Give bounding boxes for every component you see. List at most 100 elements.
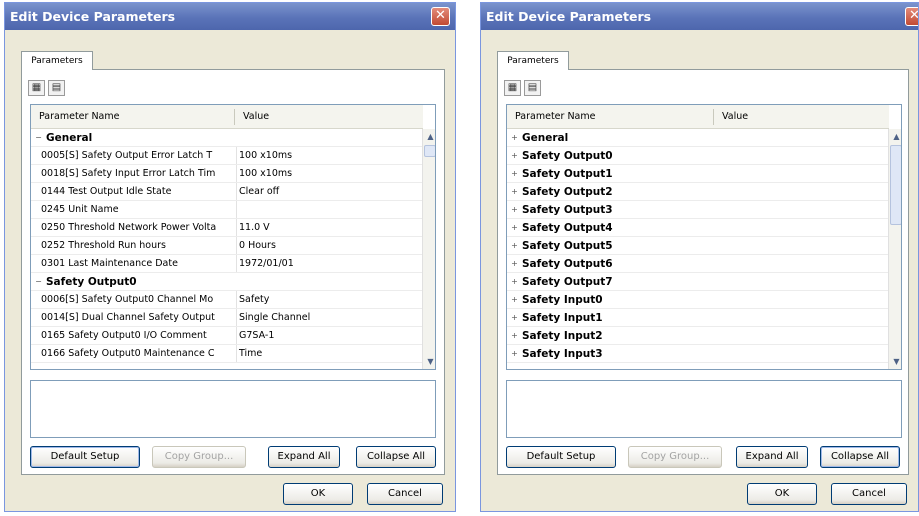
column-header-value[interactable]: Value xyxy=(235,105,423,128)
tab-parameters[interactable]: Parameters xyxy=(497,51,569,70)
table-row[interactable]: 0006[S] Safety Output0 Channel Mo Safety xyxy=(31,291,423,309)
plus-icon[interactable]: + xyxy=(511,314,518,322)
plus-icon[interactable]: + xyxy=(511,278,518,286)
plus-icon[interactable]: + xyxy=(511,296,518,304)
expand-all-button[interactable]: Expand All xyxy=(736,446,808,468)
chevron-down-icon[interactable]: ▼ xyxy=(423,354,435,369)
minus-icon[interactable]: − xyxy=(35,278,42,286)
cell-divider xyxy=(236,309,237,326)
parameter-name: 0165 Safety Output0 I/O Comment xyxy=(41,330,207,341)
table-row[interactable]: 0014[S] Dual Channel Safety Output Single… xyxy=(31,309,423,327)
parameter-value[interactable]: G7SA-1 xyxy=(239,327,274,344)
scrollbar-thumb[interactable] xyxy=(424,145,435,157)
close-icon[interactable]: ✕ xyxy=(905,7,918,26)
parameter-name: 0166 Safety Output0 Maintenance C xyxy=(41,348,215,359)
parameter-value[interactable]: Time xyxy=(239,345,262,362)
category-row[interactable]: − General xyxy=(31,129,423,147)
plus-icon[interactable]: + xyxy=(511,350,518,358)
category-row[interactable]: + Safety Input2 xyxy=(507,327,889,345)
category-row[interactable]: + Safety Output1 xyxy=(507,165,889,183)
cancel-button[interactable]: Cancel xyxy=(367,483,443,505)
table-row[interactable]: 0245 Unit Name xyxy=(31,201,423,219)
category-row[interactable]: + Safety Output7 xyxy=(507,273,889,291)
table-row[interactable]: 0018[S] Safety Input Error Latch Tim 100 … xyxy=(31,165,423,183)
parameter-value[interactable]: Safety xyxy=(239,291,269,308)
chevron-up-icon[interactable]: ▲ xyxy=(423,129,435,144)
cell-divider xyxy=(236,255,237,272)
column-header-parameter-name[interactable]: Parameter Name xyxy=(507,105,715,128)
table-row[interactable]: 0144 Test Output Idle State Clear off xyxy=(31,183,423,201)
ok-button[interactable]: OK xyxy=(283,483,353,505)
table-row[interactable]: 0165 Safety Output0 I/O Comment G7SA-1 xyxy=(31,327,423,345)
category-row[interactable]: + Safety Output3 xyxy=(507,201,889,219)
close-icon[interactable]: ✕ xyxy=(431,7,450,26)
plus-icon[interactable]: + xyxy=(511,260,518,268)
plus-icon[interactable]: + xyxy=(511,152,518,160)
parameter-value[interactable]: 1972/01/01 xyxy=(239,255,294,272)
category-row[interactable]: + Safety Input1 xyxy=(507,309,889,327)
default-setup-button[interactable]: Default Setup xyxy=(506,446,616,468)
vertical-scrollbar[interactable]: ▲ ▼ xyxy=(422,129,435,369)
table-row[interactable]: 0252 Threshold Run hours 0 Hours xyxy=(31,237,423,255)
parameter-name: 0301 Last Maintenance Date xyxy=(41,258,178,269)
default-setup-button[interactable]: Default Setup xyxy=(30,446,140,468)
collapse-all-button[interactable]: Collapse All xyxy=(356,446,436,468)
category-row[interactable]: + General xyxy=(507,129,889,147)
plus-icon[interactable]: + xyxy=(511,224,518,232)
copy-group-button[interactable]: Copy Group... xyxy=(152,446,246,468)
vertical-scrollbar[interactable]: ▲ ▼ xyxy=(888,129,901,369)
table-row[interactable]: 0166 Safety Output0 Maintenance C Time xyxy=(31,345,423,363)
copy-group-button[interactable]: Copy Group... xyxy=(628,446,722,468)
plus-icon[interactable]: + xyxy=(511,134,518,142)
scrollbar-thumb[interactable] xyxy=(890,145,901,225)
parameter-name: Safety Output4 xyxy=(522,222,613,234)
list-view-icon[interactable]: ▦ xyxy=(28,80,45,96)
category-row[interactable]: + Safety Output4 xyxy=(507,219,889,237)
chevron-up-icon[interactable]: ▲ xyxy=(889,129,901,144)
expand-all-button[interactable]: Expand All xyxy=(268,446,340,468)
category-row[interactable]: + Safety Input0 xyxy=(507,291,889,309)
property-view-icon[interactable]: ▤ xyxy=(524,80,541,96)
parameter-value[interactable]: 100 x10ms xyxy=(239,165,292,182)
parameter-value[interactable]: 100 x10ms xyxy=(239,147,292,164)
grid-header: Parameter Name Value xyxy=(31,105,423,129)
table-row[interactable]: 0250 Threshold Network Power Volta 11.0 V xyxy=(31,219,423,237)
category-row[interactable]: + Safety Output2 xyxy=(507,183,889,201)
plus-icon[interactable]: + xyxy=(511,206,518,214)
parameter-value[interactable]: Clear off xyxy=(239,183,279,200)
parameter-name: Safety Output0 xyxy=(46,276,137,288)
parameter-description-box xyxy=(30,380,436,438)
list-view-icon[interactable]: ▦ xyxy=(504,80,521,96)
plus-icon[interactable]: + xyxy=(511,170,518,178)
column-header-value[interactable]: Value xyxy=(714,105,892,128)
parameter-name: Safety Output7 xyxy=(522,276,613,288)
parameter-value[interactable]: Single Channel xyxy=(239,309,310,326)
plus-icon[interactable]: + xyxy=(511,188,518,196)
cancel-button[interactable]: Cancel xyxy=(831,483,907,505)
cell-divider xyxy=(236,201,237,218)
category-row[interactable]: − Safety Output0 xyxy=(31,273,423,291)
category-row[interactable]: + Safety Output5 xyxy=(507,237,889,255)
table-row[interactable]: 0301 Last Maintenance Date 1972/01/01 xyxy=(31,255,423,273)
cell-divider xyxy=(236,345,237,362)
category-row[interactable]: + Safety Input3 xyxy=(507,345,889,363)
parameter-name: General xyxy=(46,132,93,144)
dialog-title: Edit Device Parameters xyxy=(5,3,455,30)
collapse-all-button[interactable]: Collapse All xyxy=(820,446,900,468)
chevron-down-icon[interactable]: ▼ xyxy=(889,354,901,369)
table-row[interactable]: 0005[S] Safety Output Error Latch T 100 x… xyxy=(31,147,423,165)
category-row[interactable]: + Safety Output6 xyxy=(507,255,889,273)
plus-icon[interactable]: + xyxy=(511,332,518,340)
minus-icon[interactable]: − xyxy=(35,134,42,142)
parameter-value[interactable]: 0 Hours xyxy=(239,237,276,254)
plus-icon[interactable]: + xyxy=(511,242,518,250)
property-view-icon[interactable]: ▤ xyxy=(48,80,65,96)
parameter-name: Safety Output0 xyxy=(522,150,613,162)
ok-button[interactable]: OK xyxy=(747,483,817,505)
tab-parameters[interactable]: Parameters xyxy=(21,51,93,70)
parameter-name: Safety Output2 xyxy=(522,186,613,198)
parameter-value[interactable]: 11.0 V xyxy=(239,219,270,236)
parameter-name: 0006[S] Safety Output0 Channel Mo xyxy=(41,294,214,305)
category-row[interactable]: + Safety Output0 xyxy=(507,147,889,165)
column-header-parameter-name[interactable]: Parameter Name xyxy=(31,105,234,128)
